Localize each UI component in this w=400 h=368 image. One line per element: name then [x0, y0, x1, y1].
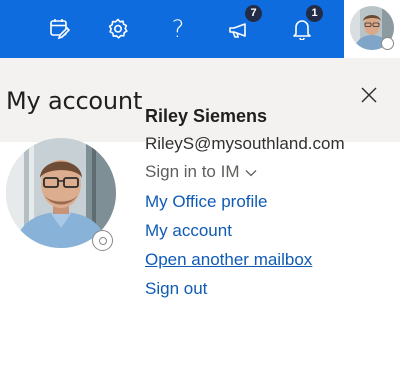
chevron-down-icon — [245, 170, 256, 177]
close-button[interactable] — [354, 80, 384, 110]
sign-in-im-label: Sign in to IM — [145, 162, 240, 181]
top-bar: ? 7 1 — [0, 0, 400, 58]
help-icon: ? — [171, 15, 185, 43]
account-avatar-button[interactable] — [344, 0, 400, 58]
user-name: Riley Siemens — [145, 106, 268, 126]
help-button[interactable]: ? — [154, 0, 202, 58]
my-account-link[interactable]: My account — [145, 221, 232, 241]
settings-button[interactable] — [94, 0, 142, 58]
my-office-profile-link[interactable]: My Office profile — [145, 192, 268, 212]
panel-title: My account — [6, 87, 143, 115]
notifications-button[interactable]: 1 — [278, 0, 326, 58]
user-email: RileyS@mysouthland.com — [145, 134, 345, 153]
presence-status-icon[interactable] — [92, 230, 113, 251]
whats-new-button[interactable]: 7 — [216, 0, 264, 58]
close-icon — [361, 87, 377, 103]
bell-badge: 1 — [306, 5, 323, 22]
open-another-mailbox-link[interactable]: Open another mailbox — [145, 250, 312, 270]
panel-header: My account — [0, 58, 400, 142]
presence-indicator — [381, 37, 394, 50]
sign-in-im-dropdown[interactable]: Sign in to IM — [145, 162, 257, 182]
bell-icon — [293, 20, 311, 40]
calendar-edit-button[interactable] — [36, 0, 84, 58]
megaphone-icon — [229, 23, 246, 38]
gear-icon — [108, 18, 128, 39]
megaphone-badge: 7 — [245, 5, 262, 22]
sign-out-link[interactable]: Sign out — [145, 279, 207, 299]
calendar-edit-icon — [50, 19, 71, 40]
